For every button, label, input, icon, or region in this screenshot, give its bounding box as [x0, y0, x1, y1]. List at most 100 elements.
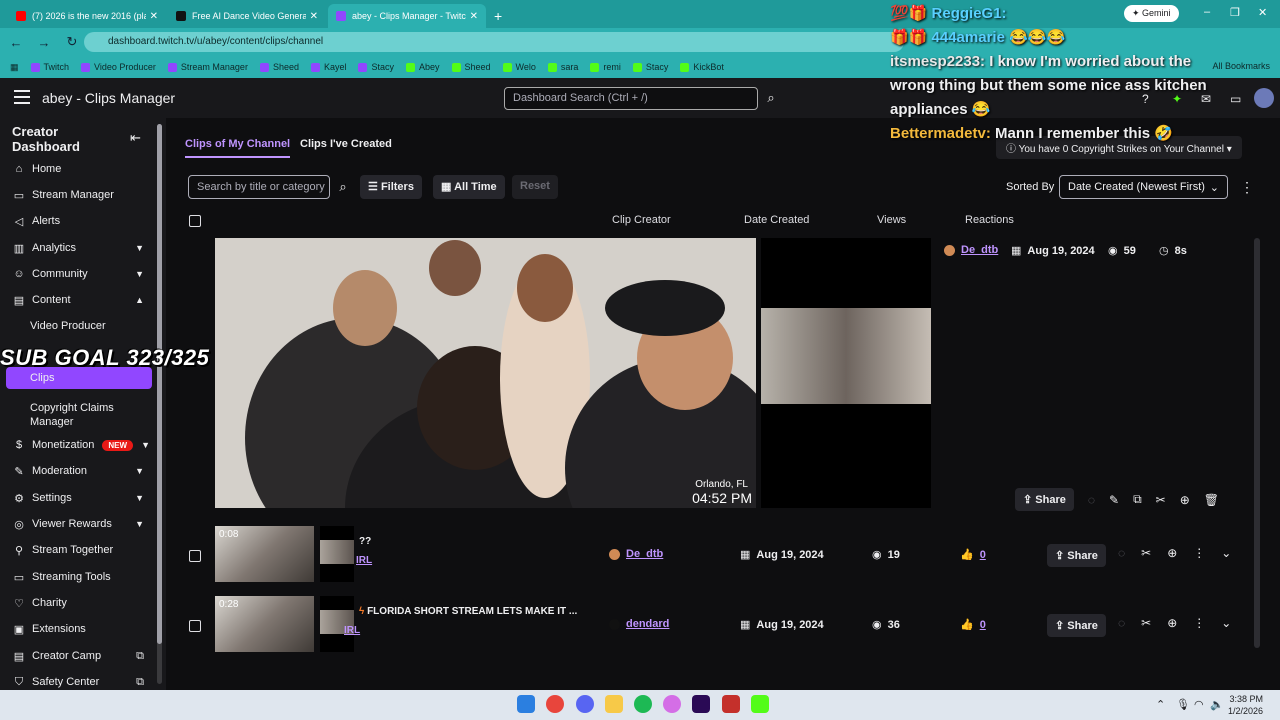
sidebar-item-extensions[interactable]: ▣ Extensions: [0, 618, 154, 640]
bookmark[interactable]: Sheed: [259, 62, 299, 72]
dashboard-search-input[interactable]: Dashboard Search (Ctrl + /): [504, 87, 758, 110]
clip-creator[interactable]: dendard: [609, 618, 669, 630]
video-preview-thumbnail[interactable]: [761, 308, 931, 404]
sidebar-item-monetization[interactable]: $ Monetization NEW ▼: [0, 434, 154, 456]
close-icon[interactable]: ✕: [470, 11, 478, 22]
browser-tab-dance[interactable]: Free AI Dance Video Generator: ✕: [168, 4, 326, 28]
scissors-icon[interactable]: ✂: [1156, 493, 1166, 507]
scissors-icon[interactable]: ✂: [1141, 546, 1151, 560]
sidebar-item-moderation[interactable]: ✎ Moderation ▼: [0, 460, 154, 482]
sidebar-item-copyright-claims[interactable]: Copyright Claims Manager: [0, 398, 150, 432]
column-date-created[interactable]: Date Created: [744, 214, 809, 226]
browser-tab-youtube[interactable]: (7) 2026 is the new 2016 (playli ✕: [8, 4, 166, 28]
add-icon[interactable]: ⊕: [1167, 616, 1177, 630]
sidebar-item-community[interactable]: ☺ Community ▼: [0, 263, 154, 285]
bookmark[interactable]: Sheed: [451, 62, 491, 72]
chevron-up-icon[interactable]: ⌃: [1156, 698, 1165, 711]
bookmark[interactable]: Twitch: [30, 62, 69, 72]
bookmark[interactable]: remi: [590, 62, 621, 72]
sidebar-item-charity[interactable]: ♡ Charity: [0, 592, 154, 614]
bookmark[interactable]: Stream Manager: [167, 62, 248, 72]
sidebar-item-viewer-rewards[interactable]: ◎ Viewer Rewards ▼: [0, 513, 154, 535]
more-options-icon[interactable]: ⋮: [1240, 179, 1254, 196]
bookmark[interactable]: Stacy: [358, 62, 394, 72]
clip-title[interactable]: ??: [359, 536, 371, 547]
external-link-icon[interactable]: ⧉: [1133, 492, 1142, 507]
close-icon[interactable]: ✕: [150, 11, 158, 22]
apps-icon[interactable]: ▦: [10, 62, 19, 73]
sidebar-item-streaming-tools[interactable]: ▭ Streaming Tools: [0, 566, 154, 588]
tab-clips-of-my-channel[interactable]: Clips of My Channel: [185, 138, 291, 158]
sidebar-item-home[interactable]: ⌂ Home: [0, 158, 154, 180]
back-icon[interactable]: ←: [4, 35, 28, 50]
microphone-icon[interactable]: 🎙: [1176, 698, 1190, 711]
system-clock[interactable]: 3:38 PM 1/2/2026: [1228, 693, 1263, 717]
clip-creator[interactable]: De_dtb: [609, 548, 663, 560]
share-button[interactable]: ⇪ Share: [1047, 544, 1106, 567]
table-row[interactable]: 0:08 ?? IRL De_dtb ▦ Aug 19, 2024 ◉ 19 👍 0 …: [166, 526, 1266, 586]
clip-video-player[interactable]: Orlando, FL 04:52 PM: [215, 238, 756, 508]
search-icon[interactable]: ⌕: [760, 87, 782, 110]
table-row[interactable]: 0:28 ϟ FLORIDA SHORT STREAM LETS MAKE IT…: [166, 596, 1266, 656]
kick-icon[interactable]: [751, 695, 769, 713]
forward-icon[interactable]: →: [32, 35, 56, 50]
sidebar-item-content[interactable]: ▤ Content ▲: [0, 289, 154, 311]
premiere-icon[interactable]: [692, 695, 710, 713]
sidebar-item-creator-camp[interactable]: ▤ Creator Camp ⧉: [0, 645, 154, 667]
windows-start-icon[interactable]: [517, 695, 535, 713]
share-button[interactable]: ⇪ Share: [1047, 614, 1106, 637]
add-icon[interactable]: ⊕: [1167, 546, 1177, 560]
more-options-icon[interactable]: ⋮: [1193, 546, 1205, 560]
wifi-icon[interactable]: ◠: [1194, 698, 1204, 711]
add-icon[interactable]: ⊕: [1180, 493, 1190, 507]
clip-thumbnail-vertical[interactable]: [320, 526, 354, 582]
chrome-icon[interactable]: [546, 695, 564, 713]
new-tab-icon[interactable]: +: [494, 8, 502, 24]
bookmark[interactable]: Stacy: [632, 62, 668, 72]
row-checkbox[interactable]: [189, 620, 201, 632]
share-button[interactable]: ⇪ Share: [1015, 488, 1074, 511]
clip-reactions[interactable]: 👍 0: [960, 618, 986, 632]
trash-icon[interactable]: 🗑: [1204, 493, 1219, 507]
tab-clips-ive-created[interactable]: Clips I've Created: [300, 138, 392, 150]
chevron-down-icon[interactable]: ⌄: [1221, 616, 1231, 630]
clip-search-input[interactable]: Search by title or category: [188, 175, 330, 199]
clip-thumbnail[interactable]: 0:28: [215, 596, 314, 652]
clip-thumbnail-vertical[interactable]: [320, 596, 354, 652]
search-icon[interactable]: ⌕: [332, 175, 354, 199]
reset-button[interactable]: Reset: [512, 175, 558, 199]
chevron-down-icon[interactable]: ⌄: [1221, 546, 1231, 560]
sidebar-item-stream-together[interactable]: ⚲ Stream Together: [0, 539, 154, 561]
more-options-icon[interactable]: ⋮: [1193, 616, 1205, 630]
bookmark[interactable]: Kayel: [310, 62, 346, 72]
select-all-checkbox[interactable]: [189, 215, 201, 227]
bookmark[interactable]: KickBot: [680, 62, 724, 72]
sidebar-item-stream-manager[interactable]: ▭ Stream Manager: [0, 184, 154, 206]
bookmark[interactable]: Abey: [406, 62, 440, 72]
bookmark[interactable]: Video Producer: [81, 62, 156, 72]
app-icon[interactable]: [722, 695, 740, 713]
clip-title[interactable]: ϟ FLORIDA SHORT STREAM LETS MAKE IT ...: [359, 606, 577, 617]
bookmark[interactable]: Welo: [502, 62, 536, 72]
column-clip-creator[interactable]: Clip Creator: [612, 214, 671, 226]
collapse-icon[interactable]: ⇤: [130, 130, 141, 146]
sidebar-item-alerts[interactable]: ◁ Alerts: [0, 210, 154, 232]
browser-tab-twitch[interactable]: abey - Clips Manager - Twitch ✕: [328, 4, 486, 28]
spotify-icon[interactable]: [634, 695, 652, 713]
sidebar-item-settings[interactable]: ⚙ Settings ▼: [0, 487, 154, 509]
reload-icon[interactable]: ↻: [60, 34, 84, 50]
close-icon[interactable]: ✕: [310, 11, 318, 22]
menu-icon[interactable]: [14, 90, 30, 104]
all-time-button[interactable]: ▦ All Time: [433, 175, 505, 199]
scissors-icon[interactable]: ✂: [1141, 616, 1151, 630]
clip-thumbnail[interactable]: 0:08: [215, 526, 314, 582]
edit-icon[interactable]: ✎: [1109, 493, 1119, 507]
file-explorer-icon[interactable]: [605, 695, 623, 713]
filters-button[interactable]: ☰ Filters: [360, 175, 422, 199]
sidebar-item-safety-center[interactable]: ⛉ Safety Center ⧉: [0, 671, 154, 690]
sidebar-item-analytics[interactable]: ▥ Analytics ▼: [0, 237, 154, 259]
discord-icon[interactable]: [576, 695, 594, 713]
clip-category[interactable]: IRL: [356, 555, 372, 566]
column-reactions[interactable]: Reactions: [965, 214, 1014, 226]
url-field[interactable]: dashboard.twitch.tv/u/abey/content/clips…: [84, 32, 904, 52]
